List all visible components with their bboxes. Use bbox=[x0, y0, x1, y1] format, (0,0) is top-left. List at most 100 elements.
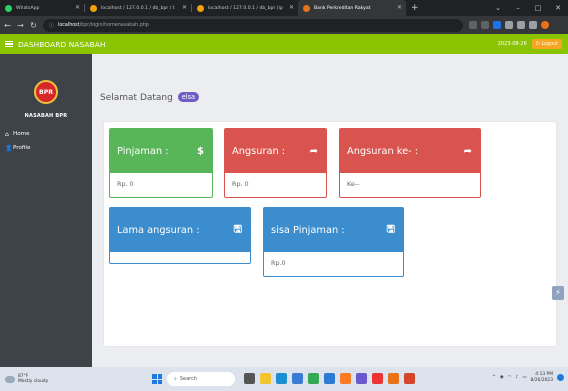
notification-icon[interactable] bbox=[557, 374, 564, 382]
share-icon: ➦ bbox=[463, 145, 472, 157]
address-bar-row: ← → ↻ ⓘ localhost /bpr/login/homenasabah… bbox=[0, 16, 568, 34]
card-angsuran-ke[interactable]: Angsuran ke- : ➦ Ke-- bbox=[339, 128, 481, 198]
logout-button[interactable]: ⏻ Logout bbox=[531, 39, 562, 49]
clock-date: 8/26/2023 bbox=[530, 377, 553, 383]
chevron-up-icon[interactable]: ^ bbox=[492, 375, 496, 380]
floating-sidebar-icon[interactable]: ⚡ bbox=[552, 286, 564, 300]
taskbar-apps bbox=[244, 373, 415, 384]
dollar-icon: $ bbox=[197, 145, 204, 157]
app-icon[interactable] bbox=[404, 373, 415, 384]
vscode-icon[interactable] bbox=[324, 373, 335, 384]
sidepanel-icon[interactable] bbox=[529, 21, 537, 29]
sidebar-title: NASABAH BPR bbox=[24, 113, 68, 119]
url-input[interactable]: ⓘ localhost /bpr/login/homenasabah.php bbox=[43, 18, 463, 32]
bpr-logo: BPR bbox=[34, 80, 58, 104]
card-value: Rp.0 bbox=[271, 259, 286, 267]
search-placeholder: Search bbox=[179, 376, 197, 382]
close-window-icon[interactable]: ✕ bbox=[548, 4, 568, 12]
window-controls: ⌄ – □ ✕ bbox=[488, 0, 568, 16]
hamburger-menu-icon[interactable] bbox=[5, 40, 13, 48]
app-header: DASHBOARD NASABAH 2023-08-26 ⏻ Logout bbox=[0, 34, 568, 54]
sidebar-item-home[interactable]: ⌂ Home bbox=[0, 127, 92, 141]
url-host: localhost bbox=[58, 22, 80, 28]
card-value: Ke-- bbox=[347, 180, 360, 188]
edge-icon[interactable] bbox=[276, 373, 287, 384]
browser-tab-phpmyadmin-2[interactable]: localhost / 127.0.0.1 / db_bpr (ip ✕ bbox=[192, 0, 298, 16]
extension-icon[interactable] bbox=[493, 21, 501, 29]
logout-label: Logout bbox=[541, 41, 558, 47]
tab-close-icon[interactable]: ✕ bbox=[397, 4, 402, 11]
network-icon[interactable]: ◉ bbox=[500, 375, 504, 380]
tab-search-icon[interactable]: ⌄ bbox=[488, 4, 508, 12]
card-label: Pinjaman : bbox=[117, 145, 169, 157]
xampp-icon[interactable] bbox=[340, 373, 351, 384]
current-date: 2023-08-26 bbox=[497, 41, 527, 47]
new-tab-button[interactable]: + bbox=[406, 0, 424, 16]
logo-text: BPR bbox=[38, 88, 53, 96]
app-icon[interactable] bbox=[372, 373, 383, 384]
sidebar: BPR NASABAH BPR ⌂ Home 👤 Profile bbox=[0, 54, 92, 367]
main-content: Selamat Datang elsa Pinjaman : $ Rp. 0 A… bbox=[92, 54, 568, 367]
app-title: DASHBOARD NASABAH bbox=[18, 39, 106, 49]
card-value bbox=[110, 252, 250, 266]
system-tray: ^ ◉ ◠ ♪ ▭ 4:13 PM 8/26/2023 bbox=[492, 372, 564, 383]
store-icon[interactable] bbox=[292, 373, 303, 384]
save-icon: 🖫 bbox=[233, 223, 242, 235]
windows-start-icon[interactable] bbox=[152, 374, 162, 384]
save-icon: 🖫 bbox=[386, 223, 395, 235]
weather-widget[interactable]: 87°F Mostly cloudy bbox=[5, 374, 48, 385]
app-icon[interactable] bbox=[388, 373, 399, 384]
download-icon[interactable] bbox=[517, 21, 525, 29]
user-icon: 👤 bbox=[5, 144, 13, 152]
maximize-icon[interactable]: □ bbox=[528, 4, 548, 12]
browser-tab-bank[interactable]: Bank Perkreditan Rakyat ✕ bbox=[298, 0, 406, 16]
cloud-icon bbox=[5, 375, 15, 383]
profile-avatar[interactable] bbox=[541, 21, 549, 29]
browser-tab-whatsapp[interactable]: WhatsApp ✕ bbox=[0, 0, 84, 16]
info-icon[interactable]: ⓘ bbox=[49, 22, 54, 29]
tab-title: localhost / 127.0.0.1 / db_bpr (ip bbox=[208, 5, 283, 11]
phpmyadmin-icon bbox=[197, 4, 204, 12]
bank-favicon-icon bbox=[303, 4, 310, 12]
battery-icon[interactable]: ▭ bbox=[522, 375, 526, 380]
chrome-icon[interactable] bbox=[308, 373, 319, 384]
back-icon[interactable]: ← bbox=[2, 21, 13, 30]
card-lama-angsuran[interactable]: Lama angsuran : 🖫 bbox=[109, 207, 251, 264]
windows-taskbar: 87°F Mostly cloudy ⌕ Search ^ ◉ ◠ ♪ ▭ 4:… bbox=[0, 367, 568, 391]
welcome-heading: Selamat Datang elsa bbox=[100, 92, 200, 103]
tab-close-icon[interactable]: ✕ bbox=[289, 4, 294, 11]
wifi-icon[interactable]: ◠ bbox=[508, 375, 512, 380]
bookmark-star-icon[interactable] bbox=[481, 21, 489, 29]
search-icon: ⌕ bbox=[174, 376, 177, 382]
dashboard-panel: Pinjaman : $ Rp. 0 Angsuran : ➦ Rp. 0 An… bbox=[104, 122, 556, 346]
reload-icon[interactable]: ↻ bbox=[28, 21, 39, 30]
taskbar-search-input[interactable]: ⌕ Search bbox=[167, 372, 235, 386]
browser-tab-phpmyadmin-1[interactable]: localhost / 127.0.0.1 / db_bpr / t ✕ bbox=[85, 0, 191, 16]
minimize-icon[interactable]: – bbox=[508, 4, 528, 12]
whatsapp-icon bbox=[5, 4, 12, 12]
welcome-text: Selamat Datang bbox=[100, 93, 173, 103]
card-pinjaman[interactable]: Pinjaman : $ Rp. 0 bbox=[109, 128, 213, 198]
app-icon[interactable] bbox=[356, 373, 367, 384]
sidebar-item-label: Home bbox=[13, 131, 30, 137]
card-label: Lama angsuran : bbox=[117, 224, 200, 236]
task-view-icon[interactable] bbox=[244, 373, 255, 384]
card-angsuran[interactable]: Angsuran : ➦ Rp. 0 bbox=[224, 128, 327, 198]
taskbar-clock[interactable]: 4:13 PM 8/26/2023 bbox=[530, 372, 553, 383]
puzzle-icon[interactable] bbox=[505, 21, 513, 29]
share-icon: ➦ bbox=[309, 145, 318, 157]
share-icon[interactable] bbox=[469, 21, 477, 29]
sidebar-item-profile[interactable]: 👤 Profile bbox=[0, 141, 92, 155]
tab-close-icon[interactable]: ✕ bbox=[75, 4, 80, 11]
username-badge: elsa bbox=[177, 92, 200, 102]
tab-close-icon[interactable]: ✕ bbox=[182, 4, 187, 11]
forward-icon[interactable]: → bbox=[15, 21, 26, 30]
file-explorer-icon[interactable] bbox=[260, 373, 271, 384]
card-label: Angsuran ke- : bbox=[347, 145, 419, 157]
tab-title: Bank Perkreditan Rakyat bbox=[314, 5, 371, 11]
card-label: sisa Pinjaman : bbox=[271, 224, 345, 236]
card-sisa-pinjaman[interactable]: sisa Pinjaman : 🖫 Rp.0 bbox=[263, 207, 404, 277]
tab-title: localhost / 127.0.0.1 / db_bpr / t bbox=[101, 5, 175, 11]
volume-icon[interactable]: ♪ bbox=[516, 375, 519, 380]
card-value: Rp. 0 bbox=[232, 180, 249, 188]
